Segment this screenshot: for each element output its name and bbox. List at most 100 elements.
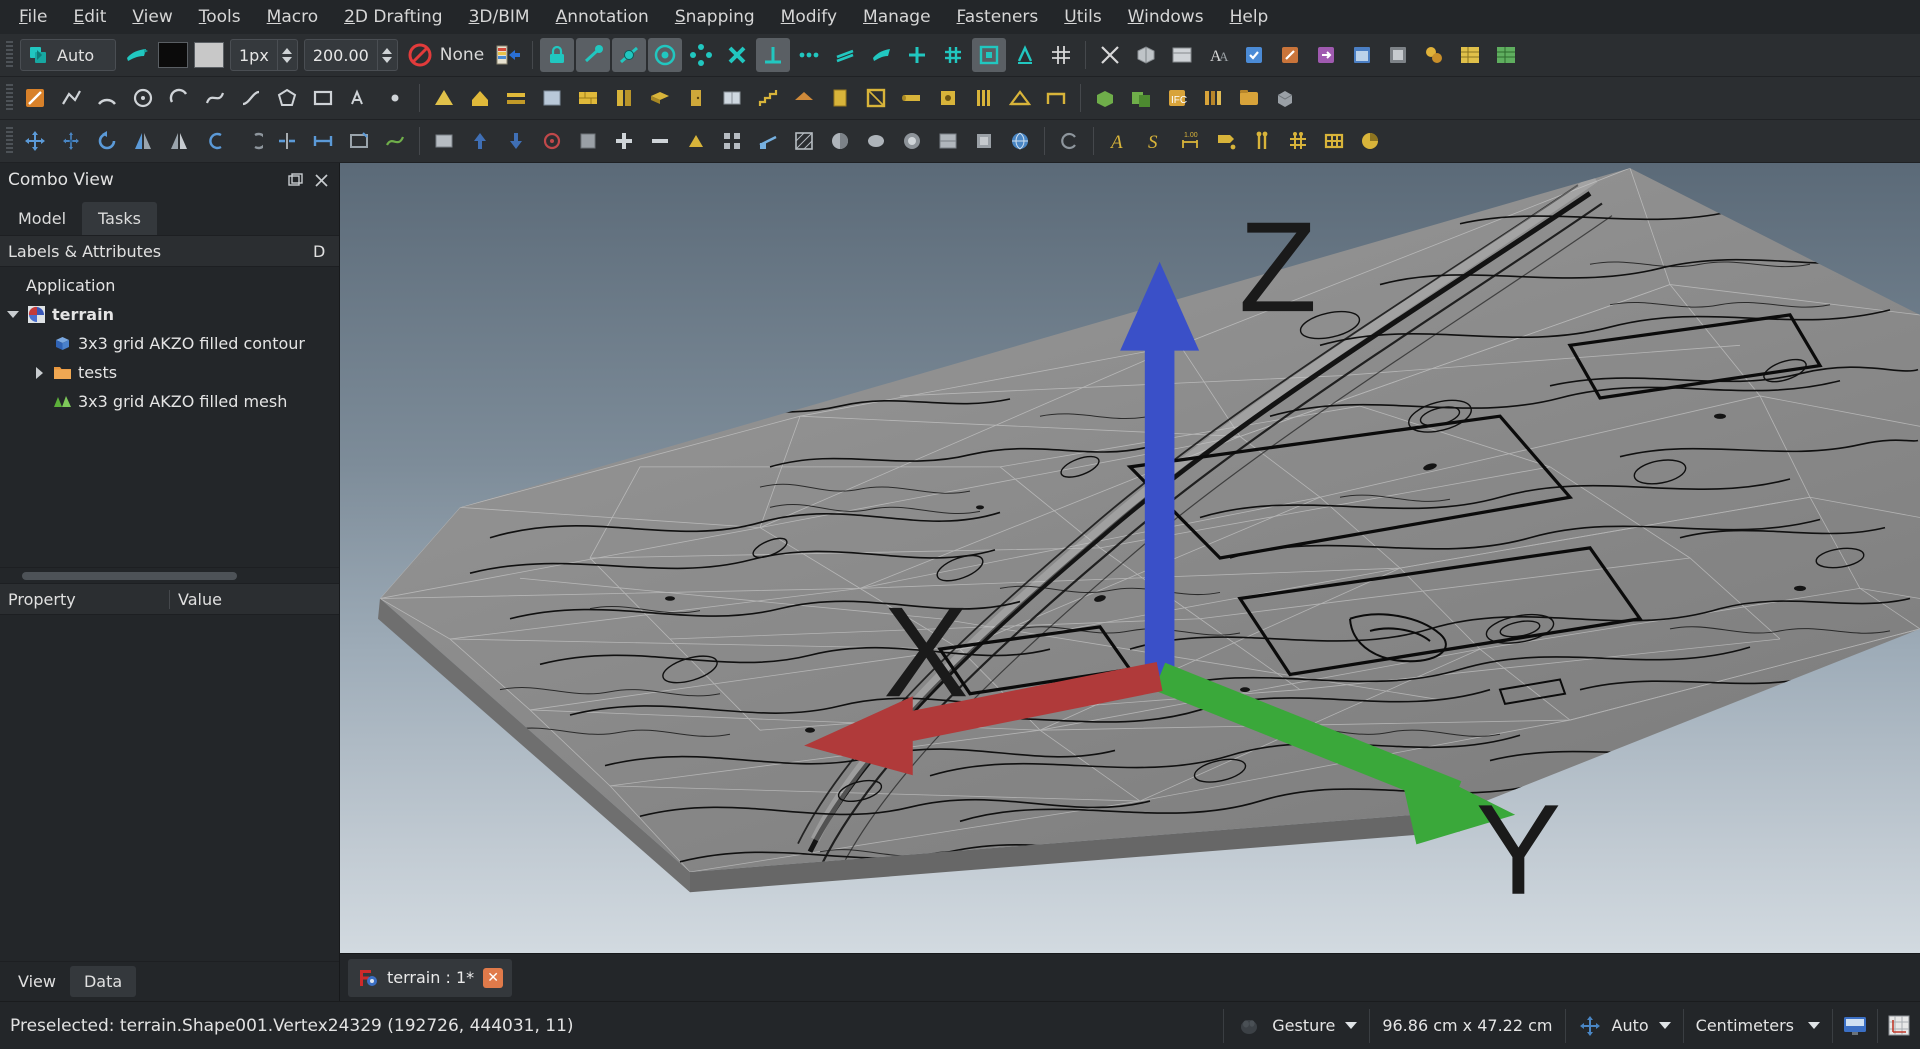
draft-text-button[interactable]	[342, 81, 376, 115]
float-panel-icon[interactable]	[285, 170, 305, 190]
bim-slab-button[interactable]	[643, 81, 677, 115]
modify-offset-button[interactable]	[162, 124, 196, 158]
draft-point-button[interactable]	[378, 81, 412, 115]
bim-ifc-button[interactable]: IFC	[1160, 81, 1194, 115]
face-color-swatch[interactable]	[194, 42, 224, 68]
utils-drawing-view-button[interactable]	[1165, 38, 1199, 72]
bim-solid-button[interactable]	[895, 124, 929, 158]
bim-roof-button[interactable]	[787, 81, 821, 115]
bim-site-button[interactable]	[427, 81, 461, 115]
snap-working-plane-button[interactable]	[972, 38, 1007, 72]
snap-endpoint-button[interactable]	[576, 38, 611, 72]
utils-resize-button[interactable]	[1309, 38, 1343, 72]
snap-lock-button[interactable]	[540, 38, 575, 72]
utils-annotation-styles-button[interactable]: AA	[1201, 38, 1235, 72]
bim-hatch-button[interactable]	[787, 124, 821, 158]
modify-array-button[interactable]	[306, 124, 340, 158]
3d-viewport[interactable]: Z Y X	[340, 163, 1920, 953]
bim-section-plane-button[interactable]	[751, 124, 785, 158]
tree-horizontal-scrollbar[interactable]	[0, 567, 339, 583]
bim-window-button[interactable]	[715, 81, 749, 115]
tree-item-mesh[interactable]: 3x3 grid AKZO filled mesh	[0, 387, 339, 416]
utils-heal-button[interactable]	[1237, 38, 1271, 72]
annotation-axis-button[interactable]	[1245, 124, 1279, 158]
snap-parallel-button[interactable]	[828, 38, 862, 72]
edit-add-button[interactable]	[607, 124, 641, 158]
document-tab-terrain[interactable]: terrain : 1* ✕	[348, 958, 513, 997]
draft-polyline-button[interactable]	[54, 81, 88, 115]
annotation-text-button[interactable]: A	[1101, 124, 1135, 158]
tab-view[interactable]: View	[4, 966, 70, 997]
annotation-grid-axis-button[interactable]	[1281, 124, 1315, 158]
line-color-swatch[interactable]	[158, 42, 188, 68]
property-editor[interactable]	[0, 615, 339, 961]
spin-up-icon[interactable]	[382, 47, 393, 54]
bim-frame-button[interactable]	[859, 81, 893, 115]
modify-move-button[interactable]	[18, 124, 52, 158]
toolbar-grip[interactable]	[6, 84, 13, 112]
tree-item-terrain[interactable]: terrain	[0, 300, 339, 329]
bim-rebar-button[interactable]	[1039, 81, 1073, 115]
snap-near-button[interactable]	[900, 38, 934, 72]
autogroup-dropdown[interactable]: Auto	[20, 39, 116, 71]
draft-arc-button[interactable]	[90, 81, 124, 115]
bim-stairs-button[interactable]	[751, 81, 785, 115]
draft-circle-button[interactable]	[126, 81, 160, 115]
annotation-pie-button[interactable]	[1353, 124, 1387, 158]
view-box-button[interactable]	[571, 124, 605, 158]
menu-item-snapping[interactable]: Snapping	[662, 2, 768, 32]
bim-component-button[interactable]	[1088, 81, 1122, 115]
line-width-spinbox[interactable]: 1px	[230, 39, 298, 71]
menu-item-annotation[interactable]: Annotation	[543, 2, 662, 32]
bim-box-button[interactable]	[1268, 81, 1302, 115]
menu-item-view[interactable]: View	[119, 2, 185, 32]
menu-item-macro[interactable]: Macro	[254, 2, 331, 32]
bim-render-button[interactable]	[823, 124, 857, 158]
expander-right-icon[interactable]	[32, 366, 46, 379]
utils-flip-button[interactable]	[1273, 38, 1307, 72]
utils-shape2dview-button[interactable]	[1129, 38, 1163, 72]
modify-stretch-button[interactable]	[342, 124, 376, 158]
snap-dimensions-button[interactable]	[1008, 38, 1042, 72]
toggle-construction-mode-button[interactable]	[120, 38, 154, 72]
fullscreen-toggle[interactable]	[1832, 1008, 1877, 1043]
modify-rotate-button[interactable]	[90, 124, 124, 158]
close-document-icon[interactable]: ✕	[483, 967, 504, 988]
bim-group-button[interactable]	[1232, 81, 1266, 115]
utils-material-button[interactable]	[1417, 38, 1451, 72]
view-down-button[interactable]	[499, 124, 533, 158]
utils-scale-button[interactable]	[1093, 38, 1127, 72]
text-size-spinbox[interactable]: 200.00	[303, 39, 398, 71]
bim-door-button[interactable]	[679, 81, 713, 115]
autogroup-selector[interactable]: Auto	[1564, 1008, 1683, 1043]
modify-move-copy-button[interactable]	[54, 124, 88, 158]
snap-ortho-button[interactable]	[936, 38, 970, 72]
bim-shape-button[interactable]	[859, 124, 893, 158]
bim-pipe-button[interactable]	[895, 81, 929, 115]
chevron-down-icon[interactable]	[1345, 1022, 1358, 1029]
utils-panel-button[interactable]	[1381, 38, 1415, 72]
tab-tasks[interactable]: Tasks	[82, 202, 157, 235]
model-tree[interactable]: Application terrain 3x3 grid AKZO filled…	[0, 267, 339, 567]
bim-library-button[interactable]	[1196, 81, 1230, 115]
snap-special-button[interactable]	[864, 38, 898, 72]
set-working-plane-proxy-button[interactable]	[491, 38, 525, 72]
tree-item-tests[interactable]: tests	[0, 358, 339, 387]
navigation-style-selector[interactable]: Gesture	[1223, 1008, 1369, 1043]
modify-trimex-button[interactable]	[198, 124, 232, 158]
bim-globe-button[interactable]	[1003, 124, 1037, 158]
snap-perpendicular-button[interactable]	[756, 38, 791, 72]
bim-space-button[interactable]	[535, 81, 569, 115]
draft-line-button[interactable]	[18, 81, 52, 115]
menu-item-manage[interactable]: Manage	[850, 2, 944, 32]
scrollbar-thumb[interactable]	[22, 571, 237, 580]
modify-wireframe-button[interactable]	[378, 124, 412, 158]
spin-down-icon[interactable]	[282, 56, 293, 63]
bim-wall-trace-button[interactable]	[931, 124, 965, 158]
tree-item-application[interactable]: Application	[0, 271, 339, 300]
close-panel-icon[interactable]	[311, 170, 331, 190]
spin-down-icon[interactable]	[382, 56, 393, 63]
bim-profile-button[interactable]	[967, 81, 1001, 115]
toggle-grid-button[interactable]	[1044, 38, 1078, 72]
unit-system-selector[interactable]: Centimeters	[1682, 1008, 1832, 1043]
